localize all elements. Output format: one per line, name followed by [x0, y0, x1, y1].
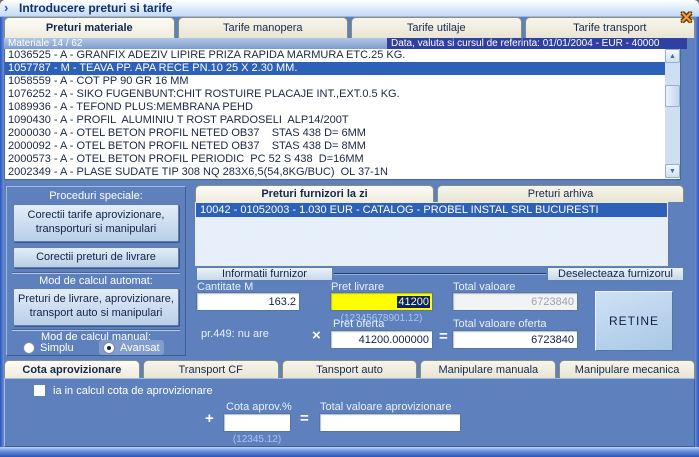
radio-avansat[interactable]: Avansat: [99, 340, 164, 355]
app-icon: ›: [4, 0, 9, 15]
pret-livrare-input[interactable]: 41200: [330, 292, 433, 311]
suppliers-list: 10042 - 01052003 - 1.030 EUR - CATALOG -…: [195, 202, 668, 266]
special-procedures-panel: Proceduri speciale: Corectii tarife apro…: [6, 186, 186, 356]
pr449-status: pr.449: nu are: [201, 328, 269, 340]
cota-aprovizionare-panel: ia in calcul cota de aprovizionare + Cot…: [4, 378, 695, 447]
window-border-bottom: [0, 447, 699, 457]
pret-oferta-input[interactable]: [330, 330, 433, 349]
total-valoare-field: [452, 292, 578, 311]
total-oferta-label: Total valoare oferta: [453, 318, 547, 330]
radio-simplu[interactable]: Simplu: [23, 340, 74, 355]
tab-preturi-materiale[interactable]: Preturi materiale: [4, 17, 175, 38]
material-row-selected[interactable]: 1057787 - M - TEAVA PP. APA RECE PN.10 2…: [5, 62, 680, 75]
reference-date-currency: Data, valuta si cursul de referinta: 01/…: [387, 38, 687, 49]
total-oferta-field: [452, 330, 578, 349]
special-procedures-heading: Proceduri speciale:: [49, 190, 143, 202]
tab-manipulare-manuala[interactable]: Manipulare manuala: [420, 360, 557, 378]
close-icon[interactable]: ✕: [677, 9, 696, 28]
equals-sign: =: [439, 328, 448, 345]
tab-tarife-manopera[interactable]: Tarife manopera: [177, 17, 348, 38]
tab-transport-auto[interactable]: Tansport auto: [281, 360, 418, 378]
plus-sign: +: [205, 410, 214, 427]
cota-checkbox[interactable]: [33, 384, 46, 397]
cota-aprov-input[interactable]: [223, 413, 291, 432]
total-aprovizionare-field[interactable]: [319, 413, 461, 432]
material-row[interactable]: 1058559 - A - COT PP 90 GR 16 MM: [5, 75, 680, 88]
materials-scrollbar[interactable]: ▲ ▼: [665, 49, 680, 178]
radio-dot-icon[interactable]: [103, 341, 115, 354]
tab-cota-aprovizionare[interactable]: Cota aprovizionare: [4, 360, 140, 378]
supplier-row-selected[interactable]: 10042 - 01052003 - 1.030 EUR - CATALOG -…: [196, 203, 667, 217]
tab-transport-cf[interactable]: Transport CF: [142, 360, 279, 378]
tab-tarife-transport[interactable]: Tarife transport: [524, 17, 695, 38]
scroll-up-icon[interactable]: ▲: [665, 49, 680, 63]
selected-text: 41200: [397, 295, 430, 308]
retine-button[interactable]: RETINE: [595, 291, 673, 351]
material-row[interactable]: 1076252 - A - SIKO FUGENBUNT:CHIT ROSTUI…: [5, 88, 680, 101]
divider: [334, 273, 546, 275]
multiply-sign: ×: [312, 327, 321, 344]
cantitate-input[interactable]: [196, 292, 300, 311]
divider: [12, 272, 180, 274]
radio-circle-icon[interactable]: [23, 341, 35, 354]
auto-calc-heading: Mod de calcul automat:: [39, 275, 153, 287]
materials-list: 1036525 - A - GRANFIX ADEZIV LIPIRE PRIZ…: [4, 49, 681, 180]
tab-tarife-utilaje[interactable]: Tarife utilaje: [351, 17, 522, 38]
tab-manipulare-mecanica[interactable]: Manipulare mecanica: [559, 360, 695, 378]
cota-format-hint: (12345.12): [232, 434, 282, 445]
scrollbar-thumb[interactable]: [665, 85, 680, 107]
radio-simplu-label: Simplu: [40, 341, 74, 354]
total-aprovizionare-label: Total valoare aprovizionare: [320, 401, 452, 413]
radio-avansat-label: Avansat: [120, 341, 160, 354]
tab-preturi-arhiva[interactable]: Preturi arhiva: [437, 185, 684, 202]
tab-preturi-furnizori[interactable]: Preturi furnizori la zi: [195, 185, 434, 202]
material-row[interactable]: 1089936 - A - TEFOND PLUS:MEMBRANA PEHD: [5, 101, 680, 114]
cota-checkbox-label[interactable]: ia in calcul cota de aprovizionare: [53, 385, 213, 397]
app-window: › Introducere preturi si tarife ✕ Pretur…: [0, 0, 699, 457]
deselecteaza-furnizorul-button[interactable]: Deselecteaza furnizorul: [547, 267, 684, 281]
window-title: Introducere preturi si tarife: [19, 1, 173, 15]
material-row[interactable]: 1090430 - A - PROFIL ALUMINIU T ROST PAR…: [5, 114, 680, 127]
corectii-tarife-button[interactable]: Corectii tarife aprovizionare, transport…: [13, 204, 179, 242]
scroll-down-icon[interactable]: ▼: [665, 164, 680, 178]
material-row[interactable]: 2000573 - A - OTEL BETON PROFIL PERIODIC…: [5, 153, 680, 166]
equals-sign: =: [300, 410, 309, 427]
bottom-tabstrip: Cota aprovizionare Transport CF Tansport…: [4, 360, 695, 378]
preturi-livrare-button[interactable]: Preturi de livrare, aprovizionare, trans…: [13, 288, 179, 326]
material-row[interactable]: 2002349 - A - PLASE SUDATE TIP 308 NQ 28…: [5, 166, 680, 179]
material-row[interactable]: 2000092 - A - OTEL BETON PROFIL NETED OB…: [5, 140, 680, 153]
main-tabstrip: Preturi materiale Tarife manopera Tarife…: [4, 17, 695, 38]
cota-aprov-label: Cota aprov.%: [226, 401, 292, 413]
materials-header: Materiale 14 / 62 Data, valuta si cursul…: [4, 38, 687, 49]
window-border-right: [695, 17, 699, 457]
materials-counter: Materiale 14 / 62: [8, 38, 83, 49]
material-row[interactable]: 2000030 - A - OTEL BETON PROFIL NETED OB…: [5, 127, 680, 140]
corectii-preturi-button[interactable]: Corectii preturi de livrare: [13, 247, 179, 268]
pret-oferta-label: Pret oferta: [333, 318, 385, 330]
informatii-furnizor-button[interactable]: Informatii furnizor: [196, 267, 333, 281]
material-row[interactable]: 1036525 - A - GRANFIX ADEZIV LIPIRE PRIZ…: [5, 49, 680, 62]
